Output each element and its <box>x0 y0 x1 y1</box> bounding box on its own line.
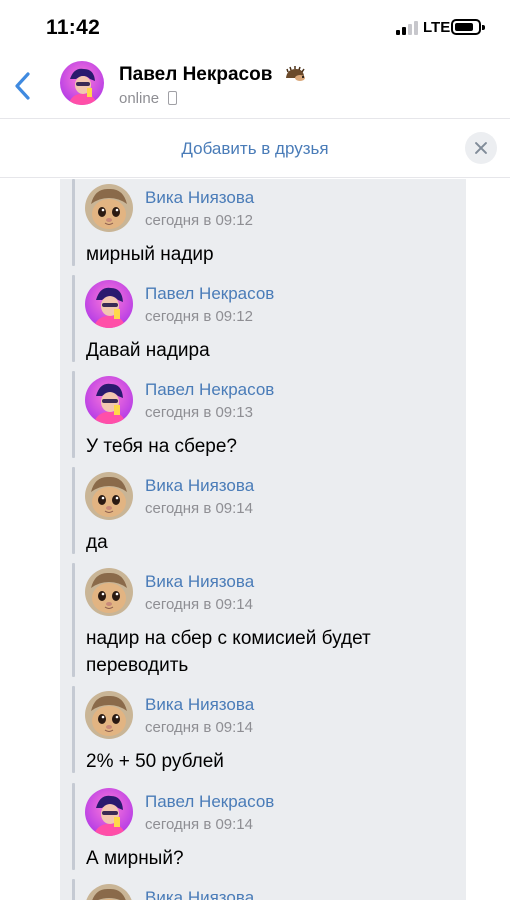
quote-bar <box>72 179 75 266</box>
forwarded-message: Павел Некрасов сегодня в 09:13 У тебя на… <box>72 371 462 458</box>
message-feed[interactable]: Вика Ниязова сегодня в 09:12 мирный нади… <box>0 179 510 900</box>
cellular-signal-icon <box>396 21 418 35</box>
hedgehog-emoji-icon <box>286 66 305 81</box>
message-author[interactable]: Павел Некрасов <box>145 380 274 400</box>
message-time: сегодня в 09:12 <box>145 212 253 229</box>
cat-avatar[interactable] <box>85 884 133 900</box>
quote-bar <box>72 686 75 773</box>
message-author[interactable]: Вика Ниязова <box>145 695 254 715</box>
close-icon[interactable] <box>465 132 497 164</box>
cat-avatar[interactable] <box>85 691 133 739</box>
chat-header: Павел Некрасов online <box>0 56 510 118</box>
message-author[interactable]: Павел Некрасов <box>145 284 274 304</box>
avatar[interactable] <box>60 61 104 105</box>
cat-avatar[interactable] <box>85 568 133 616</box>
message-text: да <box>86 532 108 553</box>
back-button[interactable] <box>10 68 38 104</box>
quote-bar <box>72 275 75 362</box>
forwarded-message: Павел Некрасов сегодня в 09:14 А мирный? <box>72 783 462 870</box>
forwarded-message: Павел Некрасов сегодня в 09:12 Давай над… <box>72 275 462 362</box>
message-text: 2% + 50 рублей <box>86 751 224 772</box>
quote-bar <box>72 563 75 677</box>
message-author[interactable]: Вика Ниязова <box>145 888 254 900</box>
message-author[interactable]: Вика Ниязова <box>145 476 254 496</box>
message-time: сегодня в 09:13 <box>145 404 253 421</box>
message-author[interactable]: Вика Ниязова <box>145 572 254 592</box>
message-text: У тебя на сбере? <box>86 436 237 457</box>
message-time: сегодня в 09:14 <box>145 500 253 517</box>
message-text: Давай надира <box>86 340 210 361</box>
mobile-phone-icon <box>168 91 177 105</box>
message-time: сегодня в 09:12 <box>145 308 253 325</box>
forwarded-message: Вика Ниязова <box>72 879 462 900</box>
status-bar: 11:42 LTE <box>0 0 510 56</box>
add-friend-bar: Добавить в друзья <box>0 118 510 178</box>
quote-bar <box>72 783 75 870</box>
cat-avatar[interactable] <box>85 472 133 520</box>
person-avatar[interactable] <box>85 280 133 328</box>
add-friend-button[interactable]: Добавить в друзья <box>0 139 510 159</box>
quote-bar <box>72 879 75 900</box>
message-author[interactable]: Вика Ниязова <box>145 188 254 208</box>
battery-icon <box>451 19 485 35</box>
message-text: надир на сбер с комисией будет переводит… <box>86 628 371 676</box>
message-time: сегодня в 09:14 <box>145 719 253 736</box>
forwarded-message: Вика Ниязова сегодня в 09:12 мирный нади… <box>72 179 462 266</box>
forwarded-message: Вика Ниязова сегодня в 09:14 надир на сб… <box>72 563 462 677</box>
person-avatar[interactable] <box>85 376 133 424</box>
message-text: А мирный? <box>86 848 184 869</box>
cat-avatar[interactable] <box>85 184 133 232</box>
back-chevron-icon <box>15 72 30 100</box>
person-avatar[interactable] <box>85 788 133 836</box>
quote-bar <box>72 467 75 554</box>
status-time: 11:42 <box>46 16 101 39</box>
message-time: сегодня в 09:14 <box>145 816 253 833</box>
contact-name[interactable]: Павел Некрасов <box>119 64 272 86</box>
message-author[interactable]: Павел Некрасов <box>145 792 274 812</box>
quote-bar <box>72 371 75 458</box>
forwarded-message: Вика Ниязова сегодня в 09:14 2% + 50 руб… <box>72 686 462 773</box>
message-time: сегодня в 09:14 <box>145 596 253 613</box>
forwarded-message: Вика Ниязова сегодня в 09:14 да <box>72 467 462 554</box>
message-text: мирный надир <box>86 244 214 265</box>
network-type: LTE <box>423 19 451 36</box>
online-status: online <box>119 90 160 107</box>
